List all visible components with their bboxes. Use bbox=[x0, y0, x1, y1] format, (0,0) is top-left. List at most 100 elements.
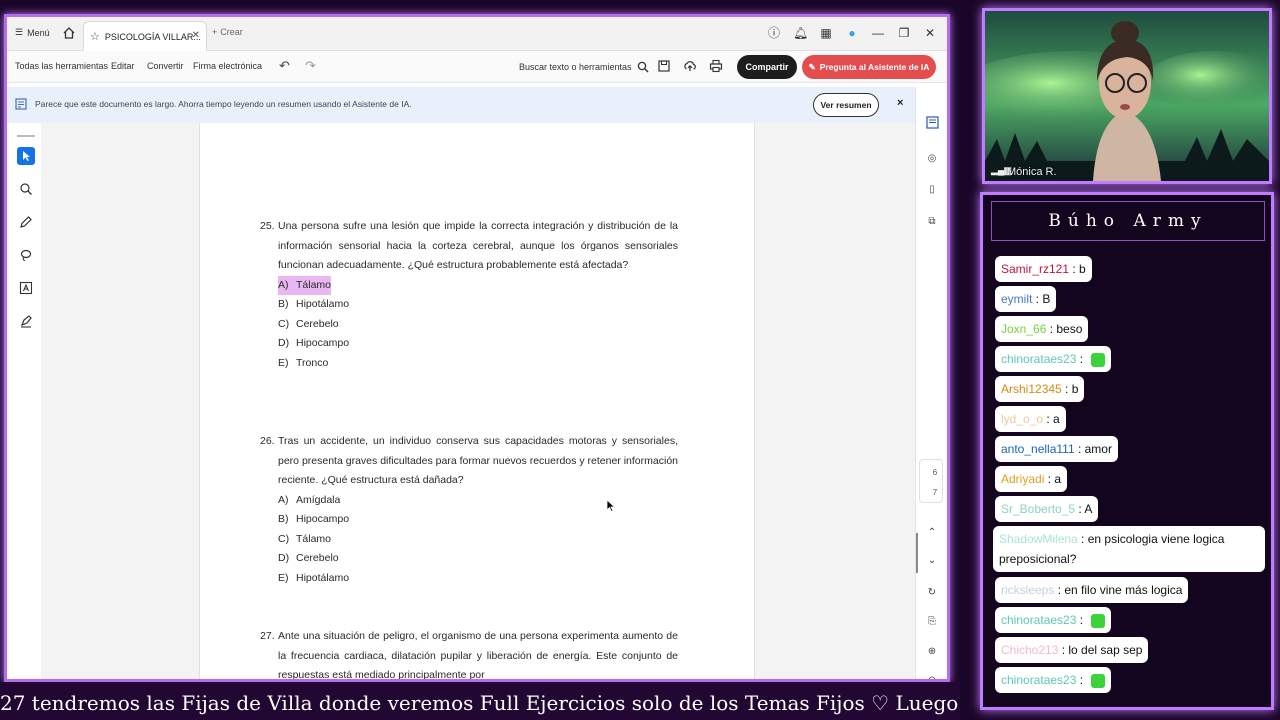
question-27: 27. Ante una situación de peligro, el or… bbox=[260, 627, 678, 679]
stream-layout: ☰ Menú ☆ PSICOLOGÍA VILLAR... ✕ + Crear … bbox=[0, 0, 1280, 720]
chat-message: Samir_rz121 : b bbox=[995, 256, 1092, 282]
scrollbar-thumb[interactable] bbox=[916, 533, 918, 573]
question-25: 25. Una persona sufre una lesión que imp… bbox=[260, 217, 678, 374]
option-d[interactable]: D) Cerebelo bbox=[278, 549, 678, 569]
document-viewport[interactable]: 25. Una persona sufre una lesión que imp… bbox=[41, 123, 915, 679]
option-a-highlighted[interactable]: A) Tálamo bbox=[278, 275, 332, 295]
apps-grid-icon[interactable]: ▦ bbox=[819, 26, 833, 40]
share-label: Compartir bbox=[745, 62, 789, 72]
menu-edit[interactable]: Editar bbox=[111, 61, 135, 71]
page-down-icon[interactable]: ⌄ bbox=[925, 553, 939, 567]
search-tools-button[interactable]: Buscar texto o herramientas bbox=[519, 61, 649, 73]
chat-username[interactable]: ricksleeps bbox=[1001, 583, 1054, 597]
bell-icon[interactable]: 🔔︎ bbox=[793, 26, 808, 40]
menu-all-tools[interactable]: Todas las herramientas bbox=[15, 61, 108, 71]
chat-text: : beso bbox=[1046, 322, 1083, 336]
chat-username[interactable]: Samir_rz121 bbox=[1001, 262, 1069, 276]
view-summary-label: Ver resumen bbox=[820, 100, 872, 110]
ai-summary-icon bbox=[15, 98, 27, 110]
chat-username[interactable]: lyd_o_o bbox=[1001, 412, 1043, 426]
text-box-icon[interactable] bbox=[17, 279, 35, 297]
chat-message: Chicho213 : lo del sap sep bbox=[995, 637, 1149, 663]
acrobat-window: ☰ Menú ☆ PSICOLOGÍA VILLAR... ✕ + Crear … bbox=[4, 14, 950, 682]
chat-message: lyd_o_o : a bbox=[995, 406, 1066, 432]
option-b[interactable]: B) Hipotálamo bbox=[278, 295, 678, 315]
chat-text: : bbox=[1076, 673, 1084, 687]
share-button[interactable]: Compartir bbox=[737, 55, 797, 79]
browser-tab-bar: ☰ Menú ☆ PSICOLOGÍA VILLAR... ✕ + Crear … bbox=[7, 17, 947, 51]
webcam-feed bbox=[985, 11, 1269, 181]
option-e[interactable]: E) Tronco bbox=[278, 354, 678, 374]
chat-message: Joxn_66 : beso bbox=[995, 316, 1089, 342]
pdf-page: 25. Una persona sufre una lesión que imp… bbox=[199, 123, 755, 679]
print-icon[interactable] bbox=[709, 59, 723, 73]
current-page-number: 6 bbox=[932, 467, 938, 477]
comment-icon[interactable]: ◎ bbox=[925, 151, 939, 165]
upload-cloud-icon[interactable] bbox=[683, 59, 697, 73]
pages-icon[interactable]: ⧉ bbox=[925, 214, 939, 228]
zoom-in-icon[interactable]: ⊕ bbox=[925, 644, 939, 658]
notice-close-icon[interactable]: × bbox=[897, 97, 903, 109]
lasso-icon[interactable] bbox=[17, 246, 35, 264]
option-d[interactable]: D) Hipocampo bbox=[278, 334, 678, 354]
mouse-cursor-icon bbox=[606, 499, 616, 513]
minimize-icon[interactable]: — bbox=[871, 26, 885, 40]
menu-convert[interactable]: Convertir bbox=[147, 61, 184, 71]
pen-icon[interactable] bbox=[17, 213, 35, 231]
emote-icon bbox=[1091, 613, 1106, 628]
chat-message: Sr_Boberto_5 : A bbox=[995, 496, 1099, 522]
chat-username[interactable]: Arshi12345 bbox=[1001, 382, 1062, 396]
chat-message: chinorataes23 : bbox=[995, 346, 1112, 372]
chat-username[interactable]: chinorataes23 bbox=[1001, 352, 1076, 366]
home-icon[interactable] bbox=[62, 26, 76, 40]
rotate-icon[interactable]: ↻ bbox=[925, 585, 939, 599]
option-b[interactable]: B) Hipocampo bbox=[278, 510, 678, 530]
maximize-icon[interactable]: ❐ bbox=[897, 26, 911, 40]
bookmark-icon[interactable]: ▯ bbox=[925, 182, 939, 196]
option-c[interactable]: C) Cerebelo bbox=[278, 315, 678, 335]
comment-zoom-icon[interactable] bbox=[17, 180, 35, 198]
star-icon[interactable]: ☆ bbox=[90, 30, 100, 43]
chat-text: : a bbox=[1044, 472, 1062, 486]
help-icon[interactable]: ⓘ bbox=[767, 24, 781, 41]
question-26: 26. Tras un accidente, un individuo cons… bbox=[260, 432, 678, 589]
save-icon[interactable] bbox=[657, 59, 671, 73]
summary-notice-bar: Parece que este documento es largo. Ahor… bbox=[7, 87, 915, 123]
tab-document[interactable]: ☆ PSICOLOGÍA VILLAR... ✕ bbox=[83, 21, 207, 51]
new-tab-button[interactable]: + Crear bbox=[212, 27, 243, 37]
profile-icon[interactable]: ● bbox=[845, 26, 859, 40]
chat-username[interactable]: Adriyadi bbox=[1001, 472, 1044, 486]
menu-button[interactable]: ☰ Menú bbox=[15, 27, 50, 38]
page-up-icon[interactable]: ⌃ bbox=[925, 525, 939, 539]
select-tool-icon[interactable] bbox=[17, 147, 35, 165]
tab-close-icon[interactable]: ✕ bbox=[192, 30, 200, 41]
chat-username[interactable]: chinorataes23 bbox=[1001, 673, 1076, 687]
hamburger-icon: ☰ bbox=[15, 27, 24, 37]
chat-username[interactable]: Sr_Boberto_5 bbox=[1001, 502, 1075, 516]
view-summary-button[interactable]: Ver resumen bbox=[813, 93, 879, 117]
redo-icon[interactable]: ↷ bbox=[305, 58, 316, 74]
undo-icon[interactable]: ↶ bbox=[279, 58, 290, 74]
chat-text: : a bbox=[1043, 412, 1060, 426]
ai-assistant-button[interactable]: ✎ Pregunta al Asistente de IA bbox=[802, 55, 936, 79]
option-e[interactable]: E) Hipotálamo bbox=[278, 569, 678, 589]
webcam-overlay: ▂▄▆ Mónica R. bbox=[982, 8, 1272, 184]
chat-message: chinorataes23 : bbox=[995, 607, 1112, 633]
rail-divider bbox=[17, 135, 35, 137]
close-window-icon[interactable]: ✕ bbox=[923, 26, 937, 40]
chat-username[interactable]: ShadowMilena bbox=[999, 532, 1078, 546]
chat-username[interactable]: eymilt bbox=[1001, 292, 1032, 306]
chat-username[interactable]: anto_nella111 bbox=[1001, 442, 1075, 456]
ai-panel-icon[interactable] bbox=[925, 115, 939, 129]
option-c[interactable]: C) Tálamo bbox=[278, 530, 678, 550]
chat-username[interactable]: chinorataes23 bbox=[1001, 613, 1076, 627]
question-text: Tras un accidente, un individuo conserva… bbox=[278, 435, 678, 486]
stamp-sign-icon[interactable] bbox=[17, 312, 35, 330]
chat-username[interactable]: Joxn_66 bbox=[1001, 322, 1046, 336]
question-text: Una persona sufre una lesión que impide … bbox=[278, 220, 678, 271]
option-a[interactable]: A) Amígdala bbox=[278, 491, 678, 511]
extract-page-icon[interactable]: ⎘ bbox=[925, 614, 939, 628]
menu-esign[interactable]: Firma electrónica bbox=[193, 61, 262, 71]
zoom-out-icon[interactable]: ⊖ bbox=[925, 673, 939, 680]
chat-username[interactable]: Chicho213 bbox=[1001, 643, 1058, 657]
